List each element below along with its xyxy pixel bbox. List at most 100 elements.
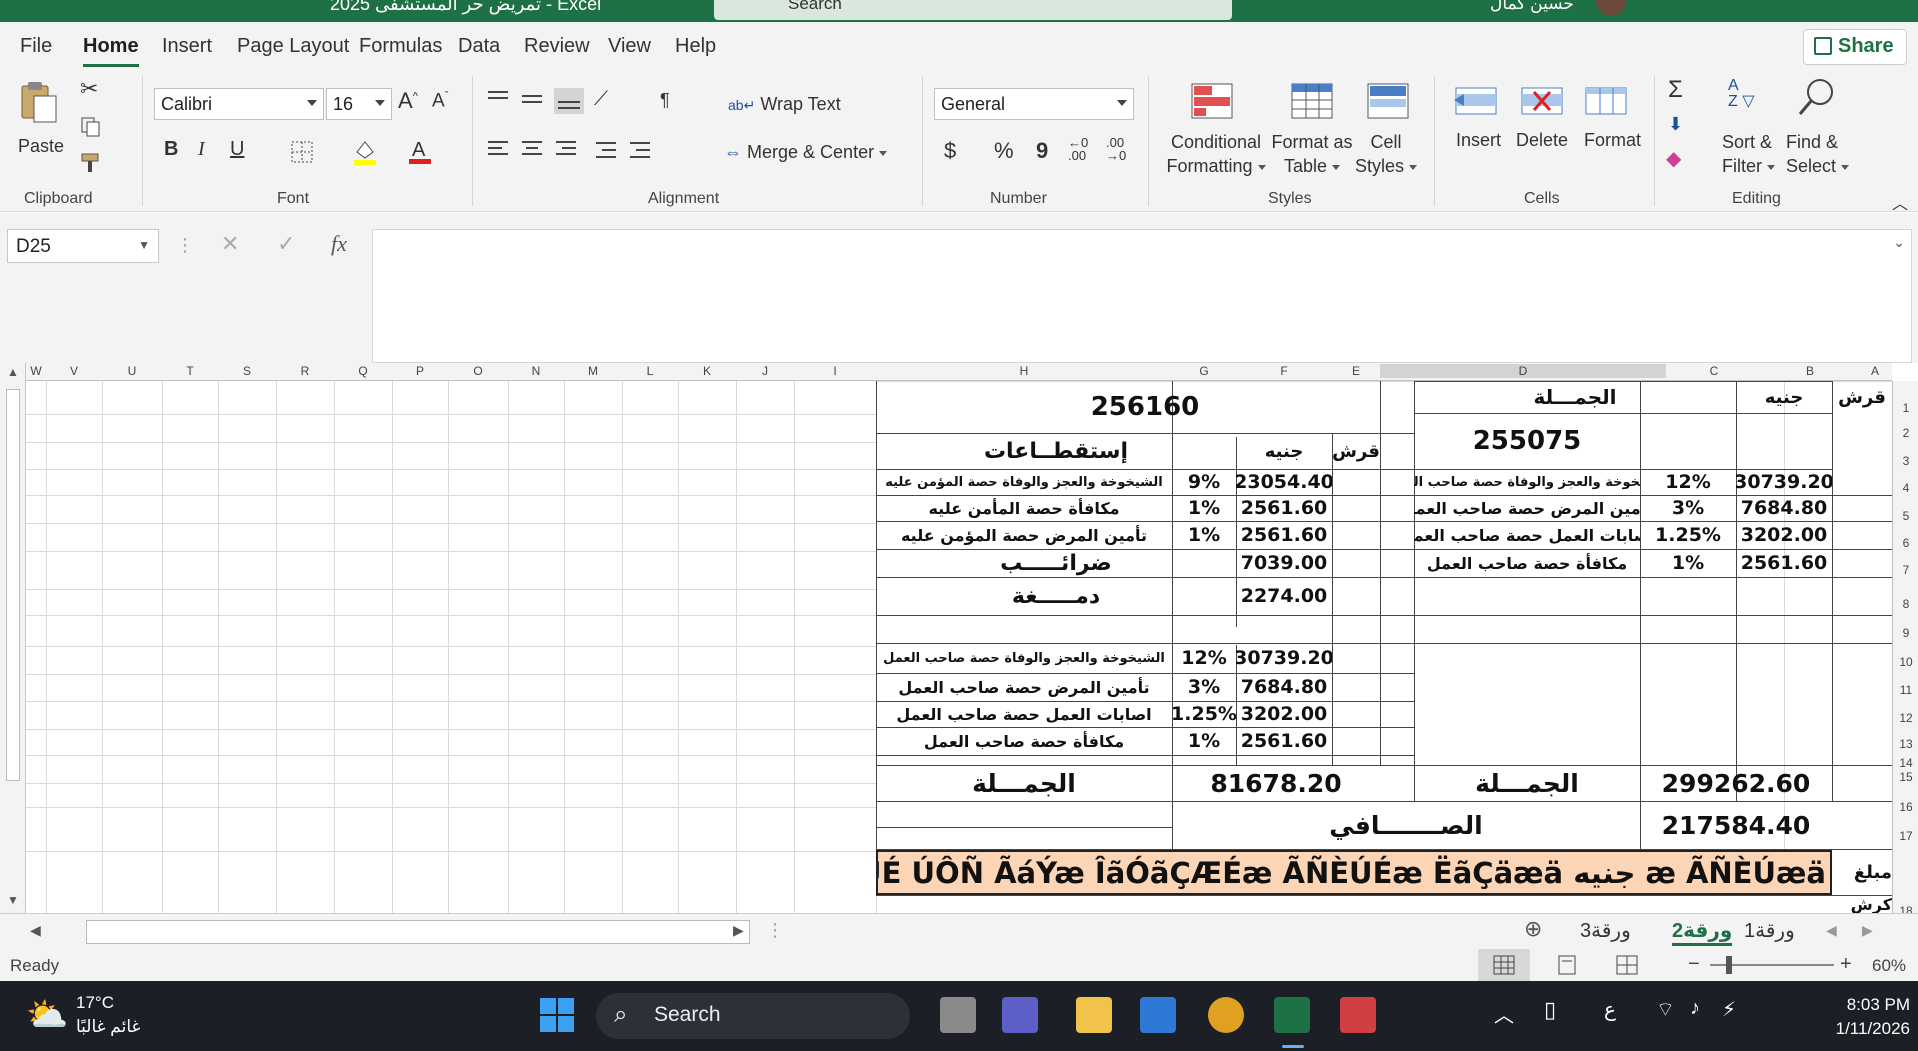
zoom-slider-thumb[interactable] [1726,956,1732,974]
row-header[interactable]: 4 [1893,481,1918,495]
cell-g6[interactable]: 1% [1172,521,1236,549]
autosum-icon[interactable]: Σ [1668,76,1683,104]
tab-data[interactable]: Data [458,35,500,58]
column-header[interactable]: K [678,364,736,378]
increase-font-icon[interactable]: A^ [398,88,418,114]
next-sheet-icon[interactable]: ▶ [1862,922,1873,939]
taskbar-search[interactable]: ⌕ Search [596,993,910,1039]
horizontal-scrollbar[interactable] [86,920,750,944]
cell-b1[interactable]: جنيه [1736,381,1832,413]
font-color-icon[interactable]: A [408,136,432,166]
sheet-tab[interactable]: ورقة3 [1580,918,1631,943]
insert-cells-button[interactable]: Insert [1456,130,1501,151]
cell-f5[interactable]: 2561.60 [1236,495,1332,521]
column-header[interactable]: M [564,364,622,378]
tab-insert[interactable]: Insert [162,35,212,58]
scrollbar-thumb[interactable] [6,389,20,781]
underline-button[interactable]: U [230,138,244,161]
cell-a1[interactable]: قرش [1832,381,1892,413]
sort-filter-button[interactable]: Sort & Filter [1722,130,1775,178]
power-icon[interactable]: ⚡ [1722,997,1736,1022]
merge-center-button[interactable]: ⇔ Merge & Center [724,142,888,163]
row-header[interactable]: 14 [1893,756,1918,770]
cell-e3[interactable]: قرش [1332,433,1380,469]
cell-d2[interactable]: 255075 [1414,413,1640,469]
battery-icon[interactable]: ▯ [1544,997,1556,1023]
row-header[interactable]: 1 [1893,401,1918,415]
number-format-select[interactable]: General [934,88,1134,120]
cell-h3[interactable]: إستقطــاعات [876,433,1236,469]
cell-b16[interactable]: 217584.40 [1640,801,1832,849]
file-explorer-icon[interactable] [1076,997,1112,1033]
cell-c7[interactable]: 1% [1640,549,1736,577]
row-header[interactable]: 11 [1893,683,1918,697]
sheet-tab-active[interactable]: ورقة2 [1672,918,1733,946]
row-header[interactable]: 5 [1893,509,1918,523]
column-header[interactable]: N [508,364,564,378]
format-painter-icon[interactable] [80,152,104,174]
add-sheet-icon[interactable]: ⊕ [1524,916,1542,942]
weather-temp[interactable]: 17°C [76,993,114,1013]
language-indicator[interactable]: ع [1604,997,1616,1022]
column-header[interactable]: U [102,364,162,378]
task-view-icon[interactable] [940,997,976,1033]
comma-button[interactable]: 9 [1036,138,1048,164]
normal-view-button[interactable] [1478,949,1530,981]
tab-view[interactable]: View [608,35,651,58]
format-cells-icon[interactable] [1584,82,1628,122]
column-header[interactable]: W [26,364,46,378]
sheet-content[interactable]: قرش جنيه الجمـــلة 256160 255075 قرش جني… [876,381,1892,913]
column-header[interactable]: Q [334,364,392,378]
tab-page-layout[interactable]: Page Layout [237,35,349,58]
cell-h12[interactable]: اصابات العمل حصة صاحب العمل [876,701,1172,727]
scroll-right-icon[interactable]: ▶ [733,922,744,939]
row-header[interactable]: 16 [1893,800,1918,814]
decrease-decimal-icon[interactable]: .00 →0 [1106,136,1126,162]
row-header[interactable]: 15 [1893,770,1918,784]
column-header[interactable]: F [1236,364,1332,378]
row-header[interactable]: 18 [1893,904,1918,913]
cut-icon[interactable]: ✂ [80,76,98,102]
zoom-out-button[interactable]: − [1688,953,1700,976]
column-header[interactable]: H [876,364,1172,378]
chrome-icon[interactable] [1208,997,1244,1033]
name-box[interactable]: D25 ▼ [7,229,159,263]
row-header[interactable]: 17 [1893,829,1918,843]
cell-h7[interactable]: ضرائـــــب [876,549,1236,577]
weather-icon[interactable]: ⛅ [26,995,68,1035]
wifi-icon[interactable]: ⌔ [1656,997,1675,1022]
format-as-table-icon[interactable] [1290,82,1334,122]
cell-f11[interactable]: 7684.80 [1236,673,1332,701]
column-header[interactable]: S [218,364,276,378]
column-header[interactable]: O [448,364,508,378]
row-header[interactable]: 2 [1893,426,1918,440]
cell-b4[interactable]: 30739.20 [1736,469,1832,495]
bold-button[interactable]: B [164,138,178,161]
delete-cells-icon[interactable] [1520,82,1564,122]
column-header[interactable]: I [794,364,876,378]
cell-b6[interactable]: 3202.00 [1736,521,1832,549]
column-header[interactable]: V [46,364,102,378]
row-header[interactable]: 3 [1893,454,1918,468]
sheet-tab[interactable]: ورقة1 [1744,918,1795,943]
delete-cells-button[interactable]: Delete [1516,130,1568,151]
find-select-icon[interactable] [1796,78,1840,118]
tab-file[interactable]: File [20,35,52,58]
currency-button[interactable]: $ [944,138,956,164]
tab-help[interactable]: Help [675,35,716,58]
collapse-ribbon-icon[interactable]: ︿ [1892,190,1908,214]
font-size-select[interactable]: 16 [326,88,392,120]
row-header[interactable]: 7 [1893,563,1918,577]
worksheet-grid[interactable]: ▲ ▼ W V U T S R Q P O N M L K J I H G F … [0,363,1918,913]
cell-h14[interactable]: الجمـــلة [876,765,1172,801]
row-header[interactable]: 10 [1893,655,1918,669]
zoom-in-button[interactable]: + [1840,953,1852,976]
show-hidden-icons[interactable]: ︿ [1494,999,1514,1028]
scroll-left-icon[interactable]: ◀ [30,922,41,939]
cell-f7[interactable]: 7039.00 [1236,549,1332,577]
column-header[interactable]: B [1762,364,1858,378]
formula-input[interactable]: ⌄ [372,229,1912,363]
row-header[interactable]: 9 [1893,626,1918,640]
conditional-formatting-icon[interactable] [1190,82,1234,122]
cell-f6[interactable]: 2561.60 [1236,521,1332,549]
